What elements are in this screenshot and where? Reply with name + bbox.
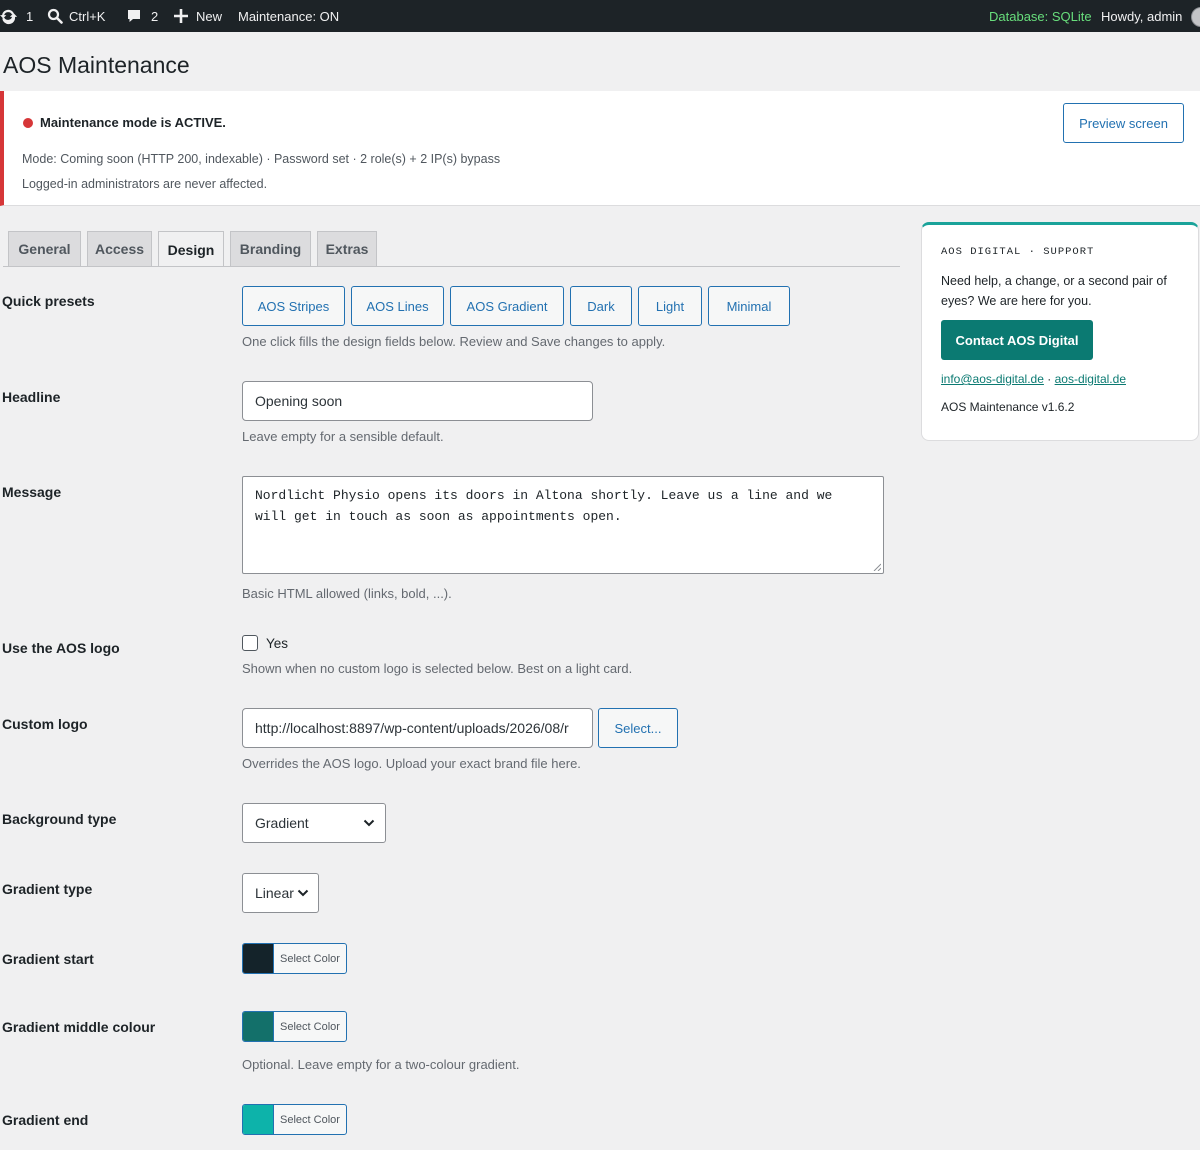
gradient-type-label: Gradient type [2,881,93,897]
quick-presets-description: One click fills the design fields below.… [242,334,666,349]
custom-logo-label: Custom logo [2,716,88,732]
maintenance-status-label: Maintenance: ON [238,8,340,24]
tab-access[interactable]: Access [87,231,152,266]
comments-item[interactable]: 2 [126,0,158,32]
notice-note: Logged-in administrators are never affec… [22,177,268,191]
link-separator: · [1047,372,1052,386]
headline-description: Leave empty for a sensible default. [242,429,444,444]
gradient-start-color-picker[interactable]: Select Color [242,943,347,974]
chevron-down-icon [297,889,309,897]
message-text: Nordlicht Physio opens its doors in Alto… [255,488,833,524]
gradient-start-swatch [243,944,274,973]
select-logo-button[interactable]: Select... [598,708,678,748]
tabs-divider [3,266,900,267]
gradient-end-select-color: Select Color [280,1113,340,1126]
message-textarea[interactable]: Nordlicht Physio opens its doors in Alto… [242,476,884,574]
new-label: New [196,8,223,24]
preset-aos-gradient-button[interactable]: AOS Gradient [450,286,564,326]
preset-aos-stripes-button[interactable]: AOS Stripes [242,286,345,326]
admin-bar: 1 Ctrl+K 2 New Maintenance: ON Database:… [0,0,1200,32]
search-icon [47,8,63,24]
gradient-end-color-picker[interactable]: Select Color [242,1104,347,1135]
tab-general[interactable]: General [8,231,81,266]
updates-count: 1 [26,8,34,24]
headline-label: Headline [2,389,61,405]
gradient-start-select-color: Select Color [280,952,340,965]
quick-presets-label: Quick presets [2,293,95,309]
gradient-middle-select-color: Select Color [280,1020,340,1033]
tab-design[interactable]: Design [158,231,224,267]
database-label: Database: SQLite [989,8,1092,24]
contact-aos-digital-button[interactable]: Contact AOS Digital [941,320,1093,360]
background-type-label: Background type [2,811,117,827]
plus-icon [174,9,188,23]
gradient-type-value: Linear [255,885,294,901]
custom-logo-description: Overrides the AOS logo. Upload your exac… [242,756,581,771]
preview-screen-button[interactable]: Preview screen [1063,103,1184,143]
use-aos-logo-label: Use the AOS logo [2,640,120,656]
use-aos-logo-checkbox-label[interactable]: Yes [266,636,288,651]
background-type-select[interactable]: Gradient [242,803,386,843]
use-aos-logo-description: Shown when no custom logo is selected be… [242,661,633,676]
page-title: AOS Maintenance [3,52,190,78]
account-menu[interactable]: Howdy, admin [1101,0,1182,32]
preset-minimal-button[interactable]: Minimal [708,286,790,326]
support-kicker: AOS DIGITAL · SUPPORT [941,246,1095,258]
gradient-middle-color-picker[interactable]: Select Color [242,1011,347,1042]
notice-status: Maintenance mode is ACTIVE. [40,115,226,130]
avatar[interactable] [1191,7,1200,27]
gradient-end-swatch [243,1105,274,1134]
resize-handle-icon[interactable] [873,563,881,571]
search-shortcut: Ctrl+K [69,8,106,24]
use-aos-logo-checkbox[interactable] [242,635,258,651]
message-label: Message [2,484,62,500]
support-text: Need help, a change, or a second pair of… [941,274,1167,308]
new-content-item[interactable]: New [174,0,222,32]
gradient-middle-description: Optional. Leave empty for a two-colour g… [242,1057,520,1072]
headline-input[interactable]: Opening soon [242,381,593,421]
message-description: Basic HTML allowed (links, bold, ...). [242,586,452,601]
updates-item[interactable]: 1 [0,0,33,32]
website-link[interactable]: aos-digital.de [1055,372,1126,386]
gradient-start-label: Gradient start [2,951,94,967]
maintenance-notice: Maintenance mode is ACTIVE. Mode: Coming… [0,91,1200,206]
chevron-down-icon [363,819,375,827]
refresh-icon [0,7,18,25]
tab-extras[interactable]: Extras [317,231,377,266]
custom-logo-url-input[interactable]: http://localhost:8897/wp-content/uploads… [242,708,593,748]
gradient-middle-swatch [243,1012,274,1041]
support-card: AOS DIGITAL · SUPPORT Need help, a chang… [921,222,1199,441]
gradient-end-label: Gradient end [2,1112,89,1128]
status-dot-icon [23,118,33,128]
command-search-item[interactable]: Ctrl+K [47,0,105,32]
comment-icon [126,8,142,24]
tab-branding[interactable]: Branding [230,231,311,266]
greeting-label: Howdy, admin [1101,8,1183,24]
preset-dark-button[interactable]: Dark [570,286,632,326]
notice-details: Mode: Coming soon (HTTP 200, indexable) … [22,152,501,166]
plugin-version: AOS Maintenance v1.6.2 [941,400,1075,414]
comments-count: 2 [151,8,159,24]
maintenance-status-item[interactable]: Maintenance: ON [238,0,339,32]
email-link[interactable]: info@aos-digital.de [941,372,1044,386]
support-links: info@aos-digital.de · aos-digital.de [941,372,1126,386]
database-item[interactable]: Database: SQLite [989,0,1092,32]
gradient-type-select[interactable]: Linear [242,873,319,913]
preset-light-button[interactable]: Light [638,286,702,326]
preset-aos-lines-button[interactable]: AOS Lines [351,286,444,326]
gradient-middle-label: Gradient middle colour [2,1019,156,1035]
background-type-value: Gradient [255,815,309,831]
